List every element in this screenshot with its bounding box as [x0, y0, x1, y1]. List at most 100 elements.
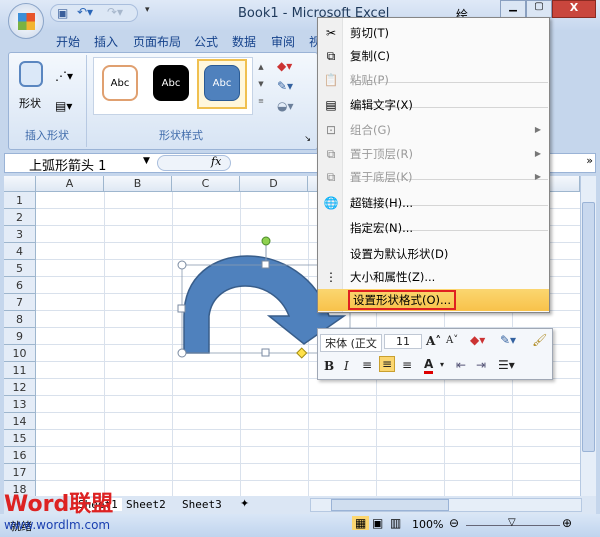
- context-menu-item[interactable]: 超链接(H)...: [344, 192, 549, 214]
- tab-insert[interactable]: 插入: [94, 33, 118, 50]
- shapes-icon[interactable]: [19, 61, 43, 87]
- ribbon: 形状 ⋰▾ ▤▾ 插入形状 Abc Abc Abc ▲ ▼ ≡ ◆▾ ✎▾ ◒▾ 形…: [8, 52, 318, 150]
- rotate-handle[interactable]: [261, 236, 271, 246]
- insert-sheet-icon[interactable]: ✦: [240, 497, 249, 510]
- office-logo-icon: [18, 13, 35, 30]
- expand-formula-icon[interactable]: »: [586, 154, 593, 167]
- grow-font-icon[interactable]: A˄: [426, 334, 441, 348]
- copy-icon: ⧉: [326, 49, 336, 63]
- gallery-scroll[interactable]: ▲ ▼ ≡: [255, 59, 267, 111]
- font-name-dropdown[interactable]: 宋体 (正文: [320, 334, 382, 352]
- align-left-icon[interactable]: ≡: [362, 358, 372, 372]
- minimize-button[interactable]: ▁: [500, 0, 526, 18]
- zoom-in-button[interactable]: ⊕: [562, 516, 572, 530]
- increase-indent-icon[interactable]: ⇥: [476, 358, 486, 372]
- customize-qat-icon[interactable]: ▾: [145, 5, 150, 15]
- context-menu: ✂ 剪切(T) ⧉ 复制(C) 📋 粘贴(P) ▤ 编辑文字(X) ⊡ 组合(G) ▶ ⧉ 置于顶层(R…: [317, 17, 550, 313]
- italic-button[interactable]: I: [344, 359, 349, 373]
- vertical-scrollbar[interactable]: [580, 176, 596, 496]
- close-button[interactable]: X: [552, 0, 596, 18]
- tab-page-layout[interactable]: 页面布局: [133, 33, 181, 50]
- context-menu-item[interactable]: 编辑文字(X): [344, 94, 549, 116]
- menu-item-label: 设置为默认形状(D): [350, 247, 449, 261]
- name-box[interactable]: 上弧形箭头 1: [29, 155, 106, 174]
- menu-item-label: 设置形状格式(O)...: [348, 290, 456, 310]
- undo-icon[interactable]: ↶▾: [77, 5, 93, 19]
- menu-item-label: 组合(G): [350, 123, 391, 137]
- menu-item-label: 大小和属性(Z)...: [350, 270, 436, 284]
- redo-icon[interactable]: ↷▾: [107, 5, 123, 19]
- context-menu-item[interactable]: 组合(G) ▶: [344, 119, 549, 141]
- menu-item-label: 置于顶层(R): [350, 147, 413, 161]
- dialog-launcher-icon[interactable]: ↘: [304, 134, 311, 143]
- menu-item-label: 指定宏(N)...: [350, 221, 414, 235]
- submenu-arrow-icon: ▶: [534, 149, 541, 158]
- watermark-logo: Word联盟: [4, 492, 114, 517]
- normal-view-icon[interactable]: ▦: [352, 516, 370, 530]
- sheet-tab-3[interactable]: Sheet3: [182, 498, 222, 511]
- fx-icon[interactable]: fx: [211, 155, 221, 168]
- context-menu-item[interactable]: 粘贴(P): [344, 69, 549, 91]
- context-menu-item[interactable]: 指定宏(N)...: [344, 217, 549, 239]
- tab-formulas[interactable]: 公式: [194, 33, 218, 50]
- align-center-icon[interactable]: ≡: [379, 356, 396, 372]
- context-menu-item[interactable]: 置于顶层(R) ▶: [344, 143, 549, 165]
- context-menu-item[interactable]: 设置为默认形状(D): [344, 243, 549, 265]
- adjust-handle[interactable]: [296, 347, 308, 359]
- edit-text-icon: ▤: [325, 98, 337, 112]
- shape-outline-icon[interactable]: ✎▾: [277, 79, 293, 93]
- maximize-button[interactable]: ▢: [526, 0, 552, 18]
- save-icon[interactable]: ▣: [57, 6, 68, 20]
- menu-item-label: 剪切(T): [350, 26, 389, 40]
- edit-shape-icon[interactable]: ⋰▾: [55, 69, 73, 83]
- zoom-out-button[interactable]: ⊖: [449, 516, 459, 530]
- context-menu-item[interactable]: 剪切(T): [344, 22, 549, 44]
- menu-item-label: 置于底层(K): [350, 170, 413, 184]
- zoom-slider-thumb[interactable]: ▽: [508, 517, 516, 528]
- shape-fill-icon[interactable]: ◆▾: [277, 59, 292, 73]
- outline-color-icon[interactable]: ✎▾: [500, 333, 516, 347]
- page-layout-view-icon[interactable]: ▣: [372, 516, 383, 530]
- context-menu-item[interactable]: 大小和属性(Z)...: [344, 266, 549, 288]
- scroll-thumb[interactable]: [582, 202, 595, 452]
- font-color-dropdown-icon[interactable]: ▾: [440, 360, 444, 369]
- group-shape-styles: Abc Abc Abc ▲ ▼ ≡ ◆▾ ✎▾ ◒▾ 形状样式 ↘: [89, 55, 315, 147]
- group-insert-shapes: 形状 ⋰▾ ▤▾ 插入形状: [11, 55, 87, 147]
- submenu-arrow-icon: ▶: [534, 172, 541, 181]
- decrease-indent-icon[interactable]: ⇤: [456, 358, 466, 372]
- watermark-url: www.wordlm.com: [4, 518, 111, 532]
- horizontal-scrollbar[interactable]: [310, 498, 582, 512]
- style-swatch-black[interactable]: Abc: [153, 65, 189, 101]
- size-icon: ⋮: [325, 270, 337, 284]
- font-size-dropdown[interactable]: 11: [384, 334, 422, 349]
- shape-effects-icon[interactable]: ◒▾: [277, 99, 294, 113]
- style-swatch-orange-outline[interactable]: Abc: [102, 65, 138, 101]
- sheet-tab-2[interactable]: Sheet2: [126, 498, 166, 511]
- office-button[interactable]: [8, 3, 44, 39]
- tab-data[interactable]: 数据: [232, 33, 256, 50]
- tab-home[interactable]: 开始: [56, 33, 80, 50]
- fill-color-icon[interactable]: ◆▾: [470, 333, 485, 347]
- align-right-icon[interactable]: ≡: [402, 358, 412, 372]
- textbox-icon[interactable]: ▤▾: [55, 99, 72, 113]
- hyperlink-icon: 🌐: [323, 196, 339, 210]
- menu-item-label: 粘贴(P): [350, 73, 389, 87]
- context-menu-item[interactable]: 复制(C): [344, 45, 549, 67]
- context-menu-item-format-shape[interactable]: 设置形状格式(O)...: [318, 289, 549, 311]
- context-menu-item[interactable]: 置于底层(K) ▶: [344, 166, 549, 188]
- quick-access-toolbar: ▣ ↶▾ ↷▾: [50, 4, 138, 22]
- hscroll-thumb[interactable]: [331, 499, 449, 511]
- bullets-icon[interactable]: ☰▾: [498, 358, 515, 372]
- name-box-dropdown-icon[interactable]: ▼: [143, 156, 150, 166]
- style-swatch-blue-selected[interactable]: Abc: [204, 65, 240, 101]
- tab-review[interactable]: 审阅: [271, 33, 295, 50]
- menu-item-label: 复制(C): [350, 49, 391, 63]
- font-color-button[interactable]: A: [424, 357, 434, 374]
- page-break-view-icon[interactable]: ▥: [390, 516, 401, 530]
- shapes-button[interactable]: 形状: [19, 95, 41, 111]
- bold-button[interactable]: B: [324, 359, 334, 373]
- shrink-font-icon[interactable]: A˅: [446, 335, 458, 346]
- zoom-level[interactable]: 100%: [412, 518, 443, 531]
- format-painter-icon[interactable]: 🖌: [532, 333, 547, 347]
- menu-item-label: 超链接(H)...: [350, 196, 414, 210]
